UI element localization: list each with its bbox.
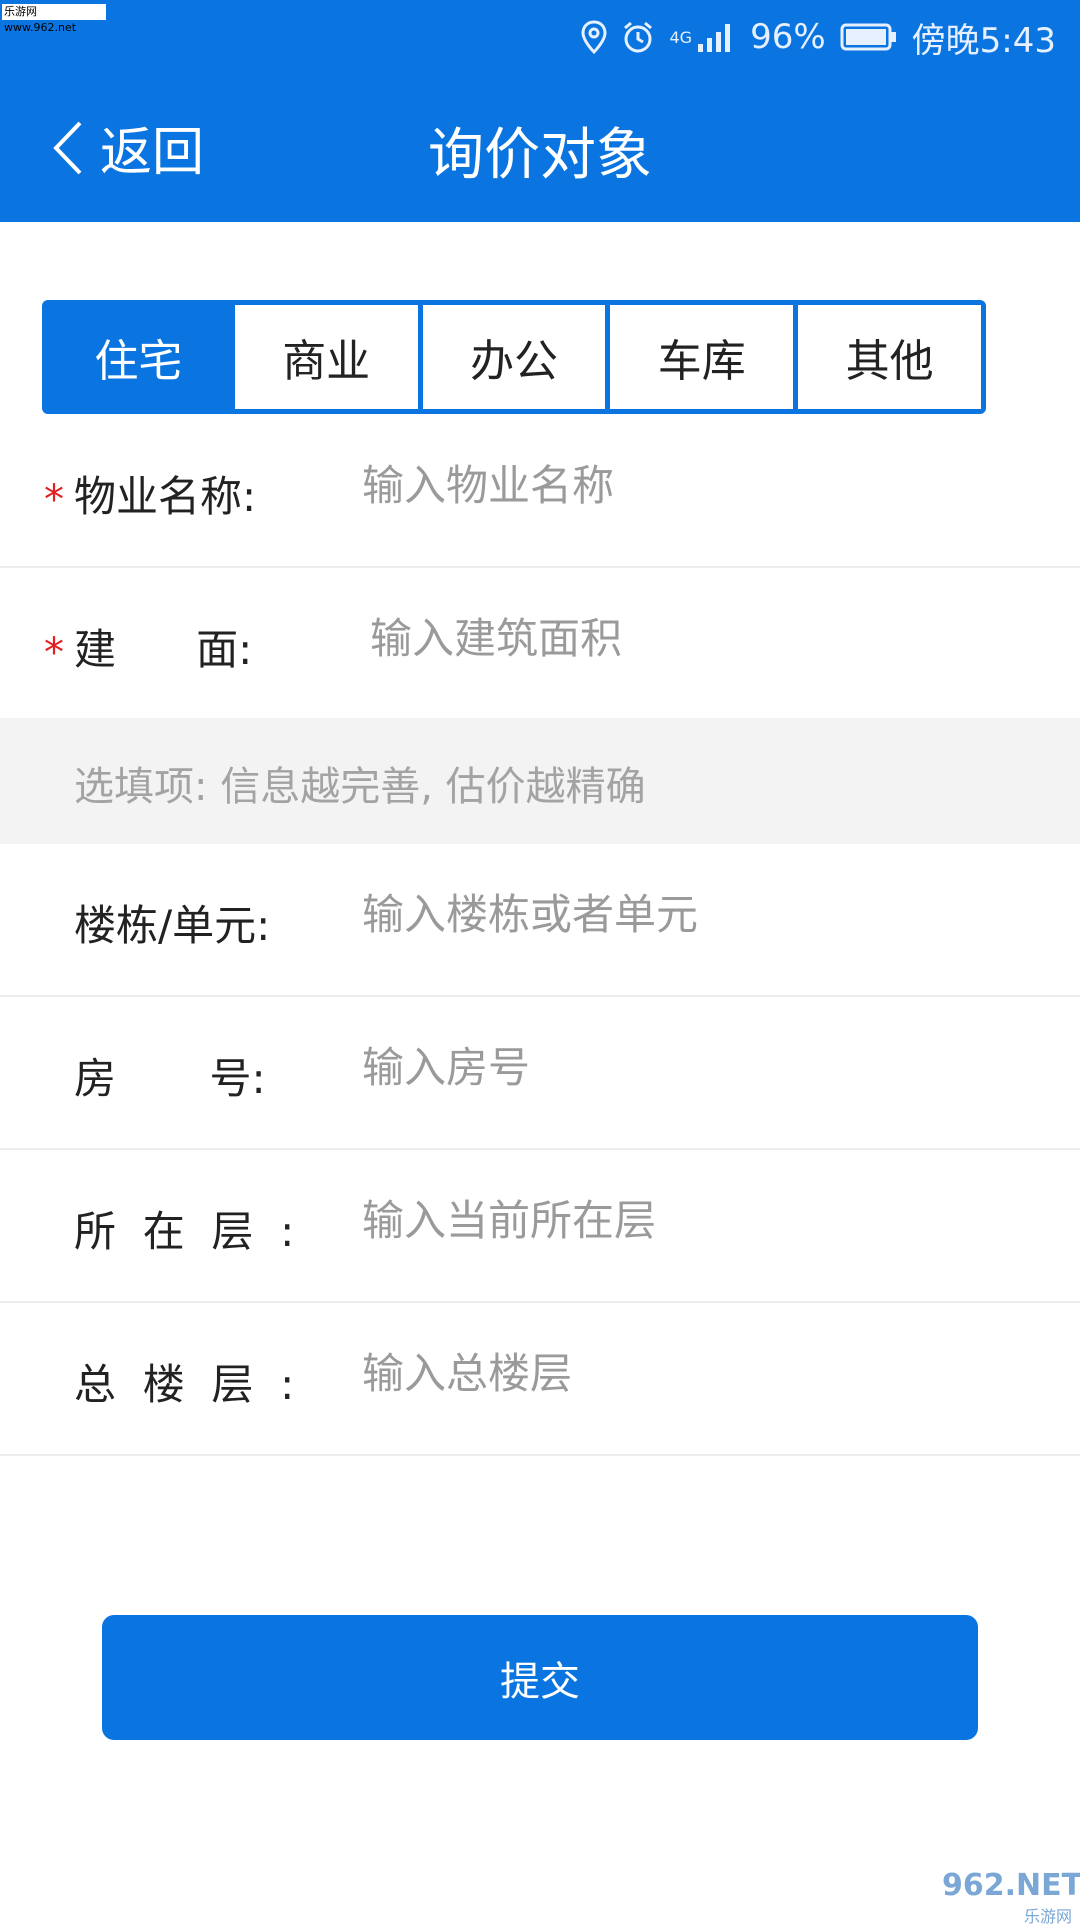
- property-name-input[interactable]: [362, 461, 1062, 510]
- status-time: 傍晚5:43: [912, 13, 1056, 62]
- required-mark: *: [44, 630, 64, 676]
- tab-garage[interactable]: 车库: [610, 305, 793, 409]
- floor-label: 所 在 层 :: [74, 1198, 294, 1259]
- property-type-tabs: 住宅 商业 办公 车库 其他: [42, 300, 986, 414]
- floor-row: 所 在 层 :: [0, 1150, 1080, 1303]
- area-label: 建 面:: [74, 616, 252, 677]
- battery-percent: 96%: [750, 17, 826, 57]
- room-no-row: 房 号:: [0, 997, 1080, 1150]
- signal-icon: 4G: [669, 20, 736, 54]
- property-name-row: * 物业名称:: [0, 415, 1080, 568]
- optional-note: 选填项: 信息越完善, 估价越精确: [0, 718, 1080, 844]
- tab-other[interactable]: 其他: [798, 305, 981, 409]
- tab-office[interactable]: 办公: [423, 305, 606, 409]
- room-no-label: 房 号:: [74, 1045, 266, 1106]
- building-unit-label: 楼栋/单元:: [74, 892, 270, 953]
- network-type: 4G: [669, 28, 692, 47]
- tab-commercial[interactable]: 商业: [235, 305, 418, 409]
- floor-input[interactable]: [362, 1196, 1062, 1245]
- alarm-icon: [621, 20, 655, 54]
- tab-residential[interactable]: 住宅: [47, 305, 230, 409]
- app-header: 乐游网 www.962.net 4G 96%: [0, 0, 1080, 222]
- building-unit-row: 楼栋/单元:: [0, 844, 1080, 997]
- page-title: 询价对象: [0, 110, 1080, 191]
- area-row: * 建 面:: [0, 568, 1080, 718]
- building-unit-input[interactable]: [362, 890, 1062, 939]
- status-bar: 4G 96% 傍晚5:43: [581, 12, 1056, 62]
- watermark-bottom: 962.NET 乐游网: [942, 1868, 1072, 1914]
- optional-note-text: 选填项: 信息越完善, 估价越精确: [74, 754, 646, 812]
- total-floors-input[interactable]: [362, 1349, 1062, 1398]
- watermark-main: 962.NET: [942, 1868, 1080, 1903]
- total-floors-label: 总 楼 层 :: [74, 1351, 294, 1412]
- property-name-label: 物业名称:: [74, 463, 256, 524]
- watermark-sub: 乐游网: [942, 1903, 1072, 1927]
- battery-icon: [840, 22, 898, 52]
- room-no-input[interactable]: [362, 1043, 1062, 1092]
- location-icon: [581, 20, 607, 54]
- required-mark: *: [44, 477, 64, 523]
- submit-button[interactable]: 提交: [102, 1615, 978, 1740]
- total-floors-row: 总 楼 层 :: [0, 1303, 1080, 1456]
- area-input[interactable]: [370, 614, 1070, 663]
- watermark-top: 乐游网 www.962.net: [2, 4, 106, 20]
